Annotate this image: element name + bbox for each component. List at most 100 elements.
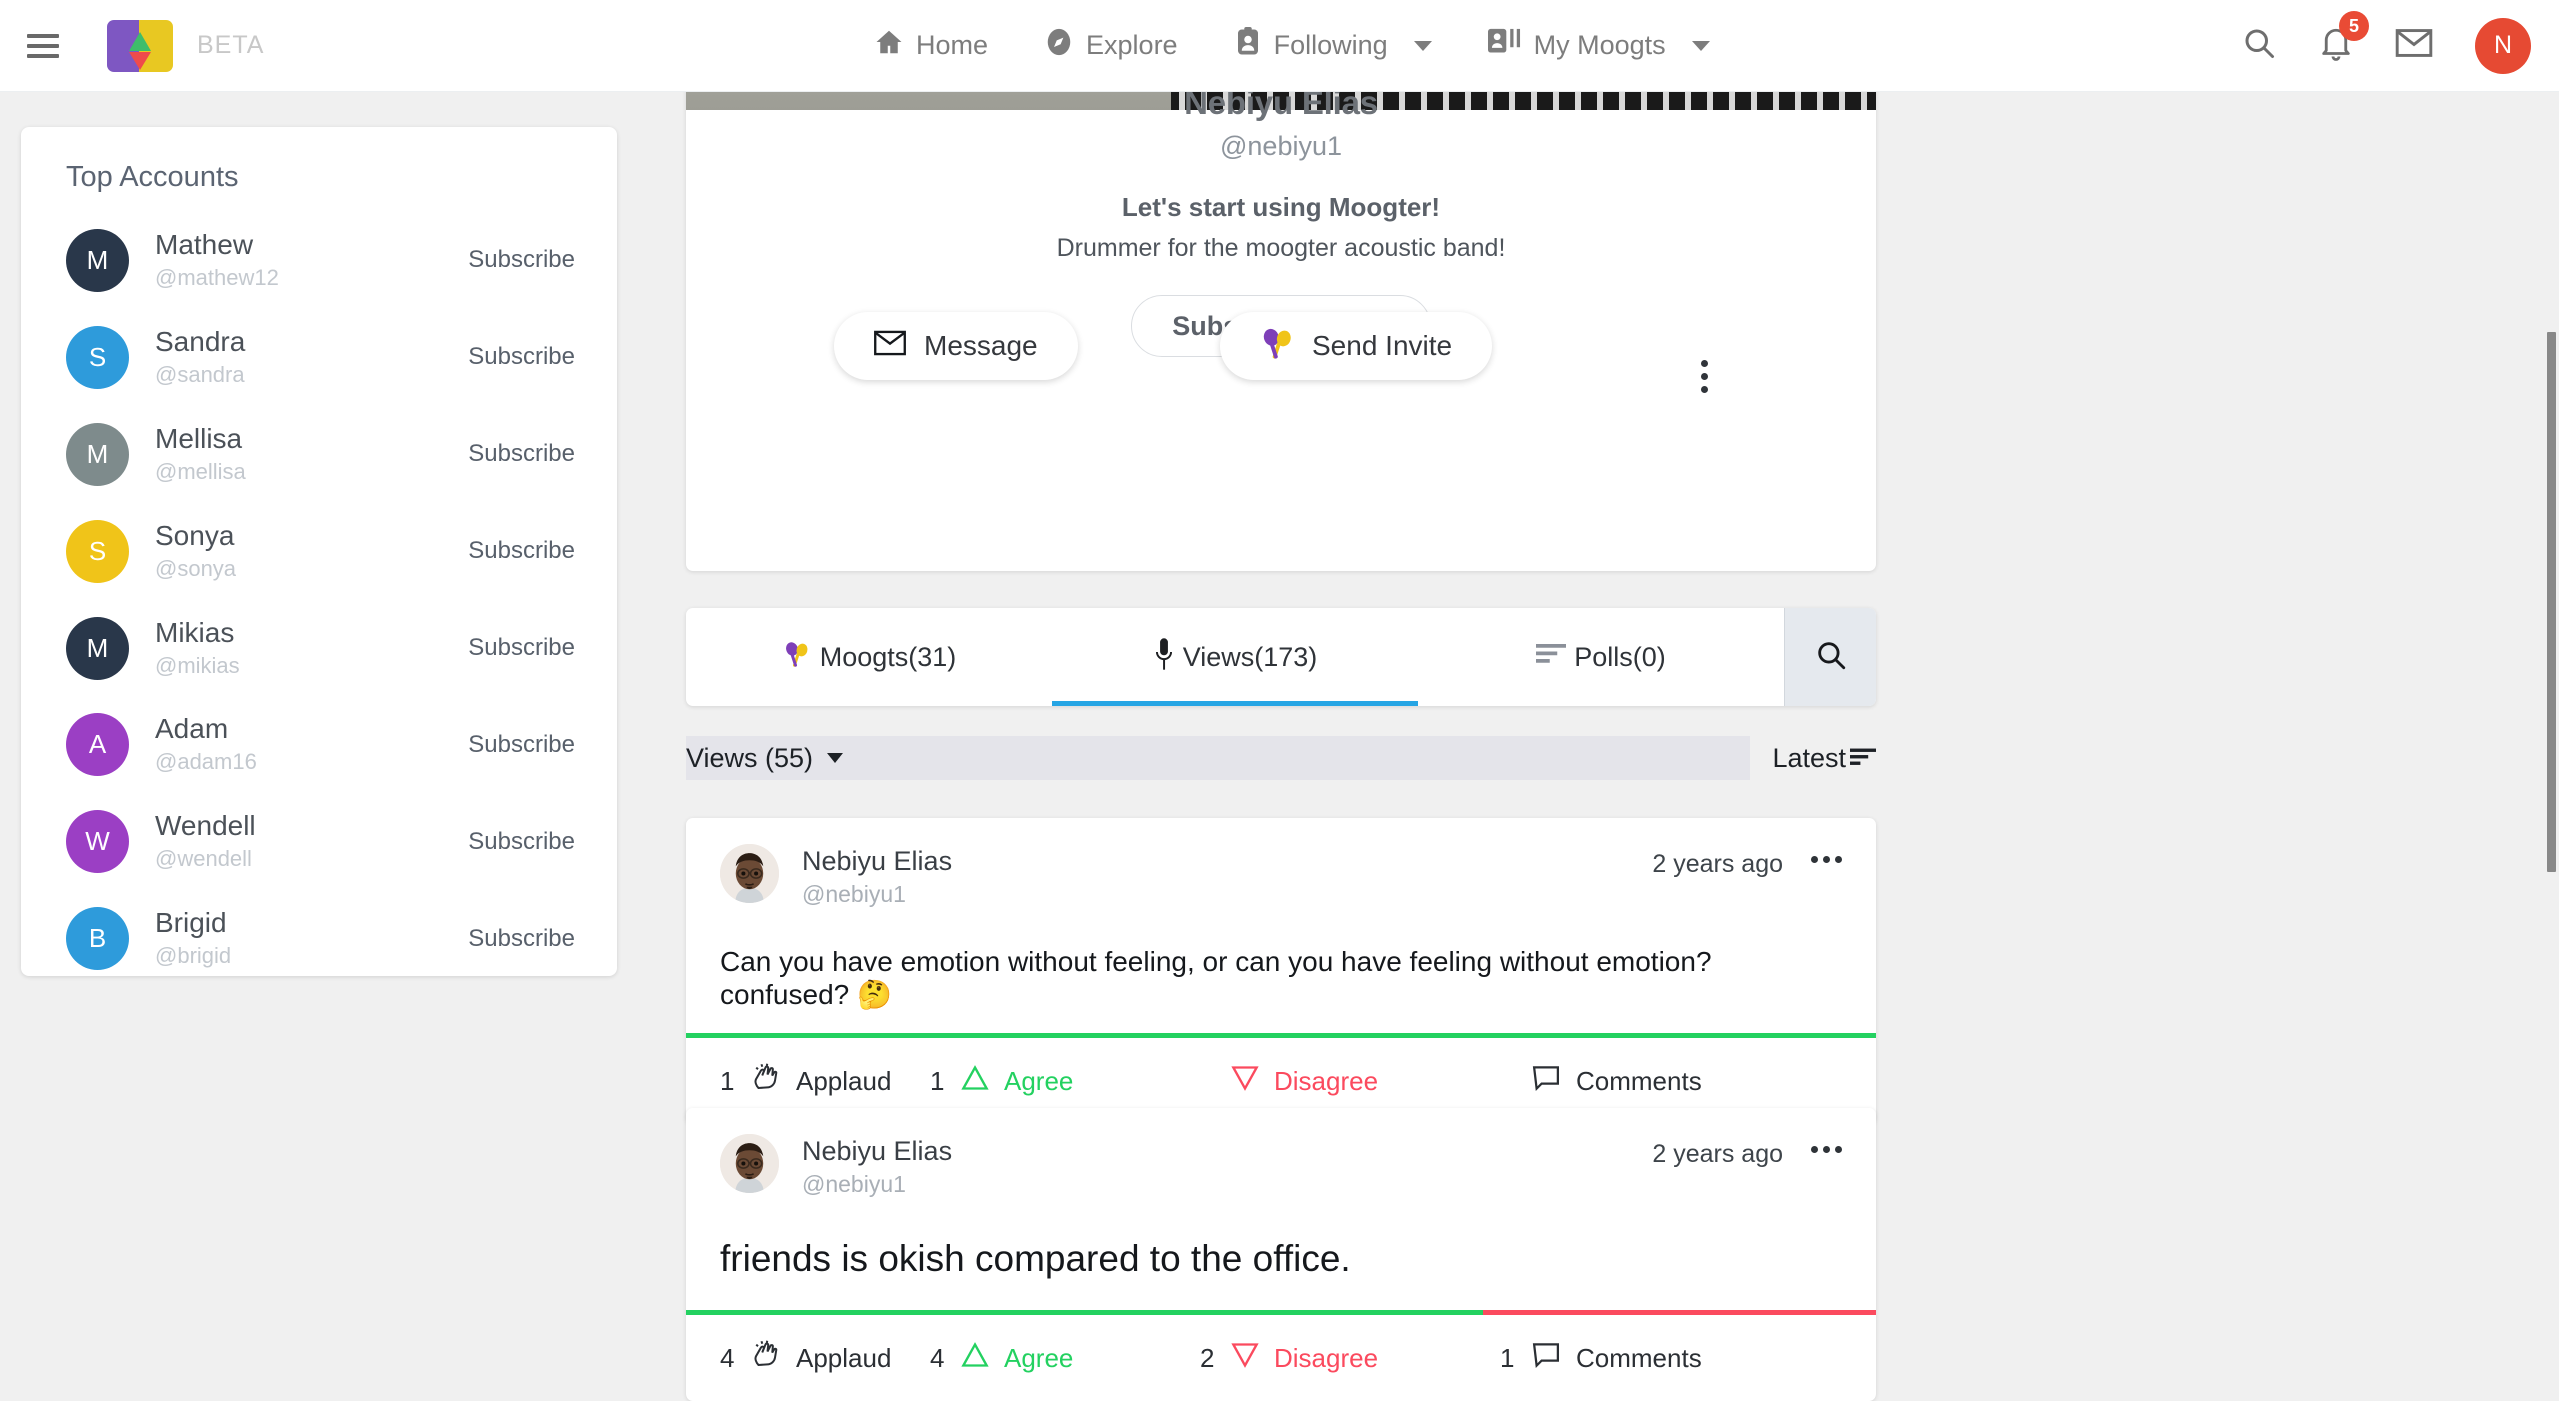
agree-icon (961, 1064, 989, 1098)
avatar[interactable]: M (66, 616, 129, 680)
account-row[interactable]: B Brigid @brigid Subscribe (21, 890, 617, 976)
account-name: Sandra (155, 325, 246, 357)
sort-latest-button[interactable]: Latest (1750, 743, 1876, 774)
stance-bar (686, 1310, 1876, 1316)
profile-more-options-button[interactable] (1701, 360, 1708, 393)
post-reaction-row: 4 Applaud 4 Agree 2 Disagree 1 Comments (686, 1315, 1876, 1401)
view-post-card[interactable]: Nebiyu Elias @nebiyu1 2 years ago Can you h… (686, 818, 1876, 1125)
tab-views[interactable]: Views(173) (1052, 608, 1418, 706)
post-author-handle: @nebiyu1 (802, 881, 906, 908)
microphone-icon (1153, 637, 1175, 678)
page-scrollbar-track[interactable] (2544, 92, 2559, 1354)
post-author-meta: Nebiyu Elias @nebiyu1 (802, 1134, 1652, 1200)
account-handle: @mikias (155, 652, 240, 678)
view-post-card[interactable]: Nebiyu Elias @nebiyu1 2 years ago friends i… (686, 1108, 1876, 1401)
kebab-dot (1835, 1146, 1842, 1153)
avatar-initial: A (88, 729, 107, 760)
disagree-icon (1231, 1065, 1259, 1098)
subscribe-button[interactable]: Subscribe (468, 537, 575, 565)
kebab-dot (1823, 856, 1830, 863)
sort-latest-label: Latest (1772, 742, 1846, 773)
post-more-options-button[interactable] (1811, 856, 1842, 863)
post-header: Nebiyu Elias @nebiyu1 2 years ago (686, 818, 1876, 910)
kebab-dot (1701, 373, 1708, 380)
agree-label: Agree (1004, 1065, 1074, 1096)
account-row[interactable]: S Sonya @sonya Subscribe (21, 503, 617, 600)
notification-badge: 5 (2339, 11, 2369, 41)
tab-polls[interactable]: Polls(0) (1418, 608, 1784, 706)
avatar-initial: B (88, 923, 107, 954)
agree-button[interactable]: 4 Agree (930, 1341, 1200, 1375)
subscribe-button[interactable]: Subscribe (468, 634, 575, 662)
tab-moogts[interactable]: Moogts(31) (686, 608, 1052, 706)
message-button[interactable]: Message (834, 312, 1078, 380)
header-actions: 5 N (2241, 11, 2531, 74)
account-row[interactable]: A Adam @adam16 Subscribe (21, 696, 617, 793)
avatar[interactable]: S (66, 325, 129, 389)
subscribe-button[interactable]: Subscribe (468, 440, 575, 468)
account-handle: @adam16 (155, 749, 257, 775)
id-badge-icon (1487, 27, 1522, 64)
applaud-label: Applaud (796, 1065, 892, 1096)
account-row[interactable]: M Mellisa @mellisa Subscribe (21, 406, 617, 503)
user-avatar[interactable]: N (2475, 17, 2531, 74)
avatar[interactable] (720, 1134, 779, 1193)
subscribe-button[interactable]: Subscribe (468, 731, 575, 759)
menu-toggle-button[interactable] (27, 30, 65, 62)
avatar[interactable]: M (66, 228, 129, 292)
post-author-meta: Nebiyu Elias @nebiyu1 (802, 844, 1652, 910)
comments-button[interactable]: Comments (1500, 1064, 1702, 1099)
nav-label-my-moogts: My Moogts (1533, 30, 1666, 60)
account-row[interactable]: W Wendell @wendell Subscribe (21, 793, 617, 890)
avatar[interactable]: A (66, 713, 129, 777)
agree-button[interactable]: 1 Agree (930, 1064, 1200, 1098)
top-accounts-title: Top Accounts (66, 161, 239, 193)
page-scrollbar-thumb[interactable] (2547, 332, 2556, 872)
subscribe-button[interactable]: Subscribe (468, 343, 575, 371)
avatar[interactable] (720, 844, 779, 903)
account-row[interactable]: S Sandra @sandra Subscribe (21, 309, 617, 406)
profile-tabs: Moogts(31) Views(173) Polls(0) (686, 608, 1876, 706)
nav-item-following[interactable]: Following (1206, 27, 1460, 64)
account-text: Mikias @mikias (155, 615, 468, 682)
stance-agree-segment (686, 1033, 1876, 1039)
brand-logo[interactable]: BETA (107, 19, 264, 72)
comments-button[interactable]: 1 Comments (1500, 1341, 1702, 1376)
subscribe-button[interactable]: Subscribe (468, 925, 575, 953)
avatar[interactable]: W (66, 810, 129, 874)
nav-item-home[interactable]: Home (846, 27, 1016, 64)
stance-bar (686, 1033, 1876, 1039)
avatar[interactable]: M (66, 422, 129, 486)
applaud-button[interactable]: 1 Applaud (720, 1063, 930, 1100)
disagree-button[interactable]: Disagree (1200, 1065, 1500, 1098)
nav-label-following: Following (1273, 30, 1388, 60)
account-row[interactable]: M Mathew @mathew12 Subscribe (21, 212, 617, 309)
notifications-button[interactable]: 5 (2319, 11, 2369, 66)
views-count-dropdown[interactable]: Views (55) (686, 736, 858, 780)
poll-icon (1536, 642, 1567, 673)
post-author-name: Nebiyu Elias (802, 846, 953, 876)
avatar[interactable]: S (66, 519, 129, 583)
tab-label-moogts: Moogts(31) (819, 641, 957, 672)
disagree-button[interactable]: 2 Disagree (1200, 1342, 1500, 1375)
subscribe-button[interactable]: Subscribe (468, 246, 575, 274)
post-more-options-button[interactable] (1811, 1146, 1842, 1153)
compass-icon (1044, 27, 1074, 64)
moogt-icon (1260, 326, 1294, 367)
avatar[interactable]: B (66, 907, 129, 971)
account-text: Sonya @sonya (155, 518, 468, 585)
comments-label: Comments (1576, 1342, 1702, 1373)
applaud-label: Applaud (796, 1342, 892, 1373)
send-invite-button[interactable]: Send Invite (1220, 312, 1493, 380)
chevron-down-icon (1691, 40, 1710, 51)
applaud-button[interactable]: 4 Applaud (720, 1340, 930, 1377)
nav-item-my-moogts[interactable]: My Moogts (1460, 27, 1738, 64)
account-row[interactable]: M Mikias @mikias Subscribe (21, 600, 617, 697)
tab-search-button[interactable] (1784, 608, 1876, 706)
messages-button[interactable] (2395, 26, 2433, 65)
subscribe-button[interactable]: Subscribe (468, 828, 575, 856)
nav-item-explore[interactable]: Explore (1016, 27, 1206, 64)
envelope-icon (874, 330, 906, 363)
top-accounts-panel: Top Accounts M Mathew @mathew12 Subscribe S S… (21, 127, 617, 976)
search-button[interactable] (2241, 25, 2277, 66)
